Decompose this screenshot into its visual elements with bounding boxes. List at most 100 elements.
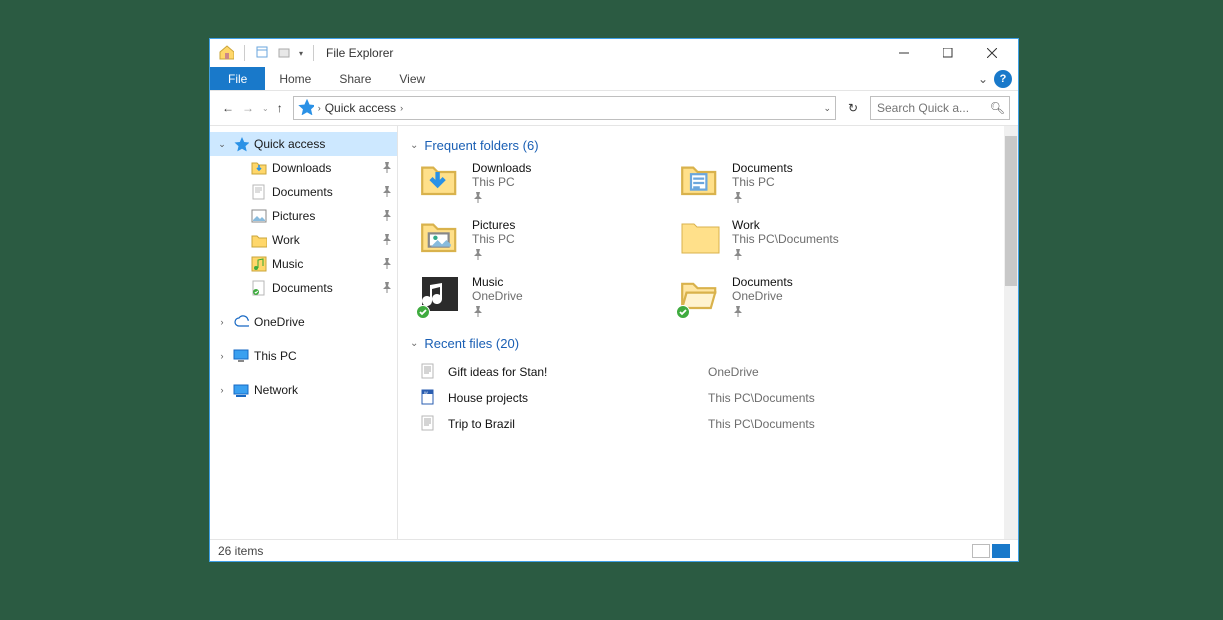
sidebar-item-documents[interactable]: Documents xyxy=(210,180,397,204)
sidebar-item-quick-access[interactable]: ⌄ Quick access xyxy=(210,132,397,156)
pictures-icon xyxy=(420,218,462,258)
folder-name: Music xyxy=(472,275,523,289)
sidebar-item-downloads[interactable]: Downloads xyxy=(210,156,397,180)
section-recent-files[interactable]: ⌄ Recent files (20) xyxy=(410,336,1006,351)
nav-history-icon[interactable]: ⌄ xyxy=(262,104,269,113)
doc-text-icon xyxy=(420,415,448,434)
view-details-button[interactable] xyxy=(972,544,990,558)
folder-location: OneDrive xyxy=(732,289,793,303)
ribbon-tabs: File Home Share View ⌄ ? xyxy=(210,67,1018,91)
vertical-scrollbar[interactable] xyxy=(1004,126,1018,539)
tab-home[interactable]: Home xyxy=(265,67,325,90)
pin-icon xyxy=(381,209,391,224)
chevron-down-icon[interactable]: ⌄ xyxy=(216,139,228,150)
maximize-button[interactable] xyxy=(926,39,970,67)
sidebar-item-label: Downloads xyxy=(272,161,331,175)
tab-file[interactable]: File xyxy=(210,67,265,90)
music-dark-icon xyxy=(420,275,462,315)
folder-name: Documents xyxy=(732,161,793,175)
sidebar-item-music[interactable]: Music xyxy=(210,252,397,276)
file-row[interactable]: House projects This PC\Documents xyxy=(420,385,1006,411)
sync-check-icon xyxy=(676,305,690,319)
status-bar: 26 items xyxy=(210,539,1018,561)
sidebar-item-label: This PC xyxy=(254,349,297,363)
qat-customize-icon[interactable]: ▾ xyxy=(299,49,303,58)
file-location: OneDrive xyxy=(708,365,1006,379)
network-icon xyxy=(232,382,250,398)
doc-word-icon xyxy=(420,389,448,408)
section-title: Recent files (20) xyxy=(424,336,519,351)
sidebar-item-pictures[interactable]: Pictures xyxy=(210,204,397,228)
quick-access-star-icon xyxy=(298,99,314,118)
folder-item[interactable]: Music OneDrive xyxy=(420,275,670,320)
folder-icon xyxy=(250,232,268,248)
breadcrumb-quick-access[interactable]: Quick access xyxy=(325,101,396,115)
address-dropdown-icon[interactable]: ⌄ xyxy=(823,103,831,114)
download-icon xyxy=(250,160,268,176)
chevron-right-icon[interactable]: › xyxy=(216,385,228,395)
file-name: House projects xyxy=(448,391,708,405)
chevron-right-icon[interactable]: › xyxy=(216,317,228,327)
ribbon-collapse-icon[interactable]: ⌄ xyxy=(972,67,994,90)
file-row[interactable]: Trip to Brazil This PC\Documents xyxy=(420,411,1006,437)
sidebar-item-documents[interactable]: Documents xyxy=(210,276,397,300)
pin-icon xyxy=(381,281,391,296)
folder-item[interactable]: Downloads This PC xyxy=(420,161,670,206)
folder-name: Downloads xyxy=(472,161,531,175)
folder-item[interactable]: Pictures This PC xyxy=(420,218,670,263)
address-bar[interactable]: › Quick access › ⌄ xyxy=(293,96,836,120)
file-explorer-window: ▾ File Explorer File Home Share View ⌄ ?… xyxy=(209,38,1019,562)
file-row[interactable]: Gift ideas for Stan! OneDrive xyxy=(420,359,1006,385)
nav-up-button[interactable]: ↑ xyxy=(277,101,283,115)
qat-properties-icon[interactable] xyxy=(255,45,269,62)
doc-text-icon xyxy=(420,363,448,382)
nav-forward-button[interactable]: → xyxy=(242,101,254,115)
folder-item[interactable]: Work This PC\Documents xyxy=(680,218,930,263)
address-row: ← → ⌄ ↑ › Quick access › ⌄ ↻ 🔍︎ xyxy=(210,91,1018,125)
pin-icon xyxy=(472,248,515,263)
refresh-button[interactable]: ↻ xyxy=(842,97,864,119)
search-icon[interactable]: 🔍︎ xyxy=(990,101,1005,115)
view-tiles-button[interactable] xyxy=(992,544,1010,558)
chevron-right-icon[interactable]: › xyxy=(216,351,228,361)
qat-newfolder-icon[interactable] xyxy=(277,45,291,62)
folder-location: This PC xyxy=(472,232,515,246)
window-title: File Explorer xyxy=(326,46,393,60)
nav-back-button[interactable]: ← xyxy=(222,101,234,115)
folder-item[interactable]: Documents OneDrive xyxy=(680,275,930,320)
search-box[interactable]: 🔍︎ xyxy=(870,96,1010,120)
folder-open-icon xyxy=(680,275,722,315)
pin-icon xyxy=(732,305,793,320)
sidebar-item-label: Network xyxy=(254,383,298,397)
folder-name: Work xyxy=(732,218,839,232)
minimize-button[interactable] xyxy=(882,39,926,67)
section-frequent-folders[interactable]: ⌄ Frequent folders (6) xyxy=(410,138,1006,153)
sidebar-item-label: Documents xyxy=(272,281,333,295)
pin-icon xyxy=(732,191,793,206)
app-icon xyxy=(218,44,234,63)
doc-icon xyxy=(680,161,722,201)
sidebar-item-work[interactable]: Work xyxy=(210,228,397,252)
tab-share[interactable]: Share xyxy=(325,67,385,90)
folder-item[interactable]: Documents This PC xyxy=(680,161,930,206)
chevron-down-icon[interactable]: ⌄ xyxy=(410,338,418,349)
sidebar-item-this-pc[interactable]: › This PC xyxy=(210,344,397,368)
sidebar-item-network[interactable]: › Network xyxy=(210,378,397,402)
search-input[interactable] xyxy=(875,100,975,116)
folder-location: This PC xyxy=(732,175,793,189)
help-button[interactable]: ? xyxy=(994,70,1012,88)
music-icon xyxy=(250,256,268,272)
scrollbar-thumb[interactable] xyxy=(1005,136,1017,286)
chevron-down-icon[interactable]: ⌄ xyxy=(410,140,418,151)
chevron-right-icon[interactable]: › xyxy=(400,103,403,113)
chevron-right-icon[interactable]: › xyxy=(318,103,321,113)
section-title: Frequent folders (6) xyxy=(424,138,538,153)
cloud-icon xyxy=(232,314,250,330)
file-name: Gift ideas for Stan! xyxy=(448,365,708,379)
close-button[interactable] xyxy=(970,39,1014,67)
sidebar-item-onedrive[interactable]: › OneDrive xyxy=(210,310,397,334)
title-bar: ▾ File Explorer xyxy=(210,39,1018,67)
tab-view[interactable]: View xyxy=(385,67,439,90)
folder-location: This PC\Documents xyxy=(732,232,839,246)
pin-icon xyxy=(381,185,391,200)
